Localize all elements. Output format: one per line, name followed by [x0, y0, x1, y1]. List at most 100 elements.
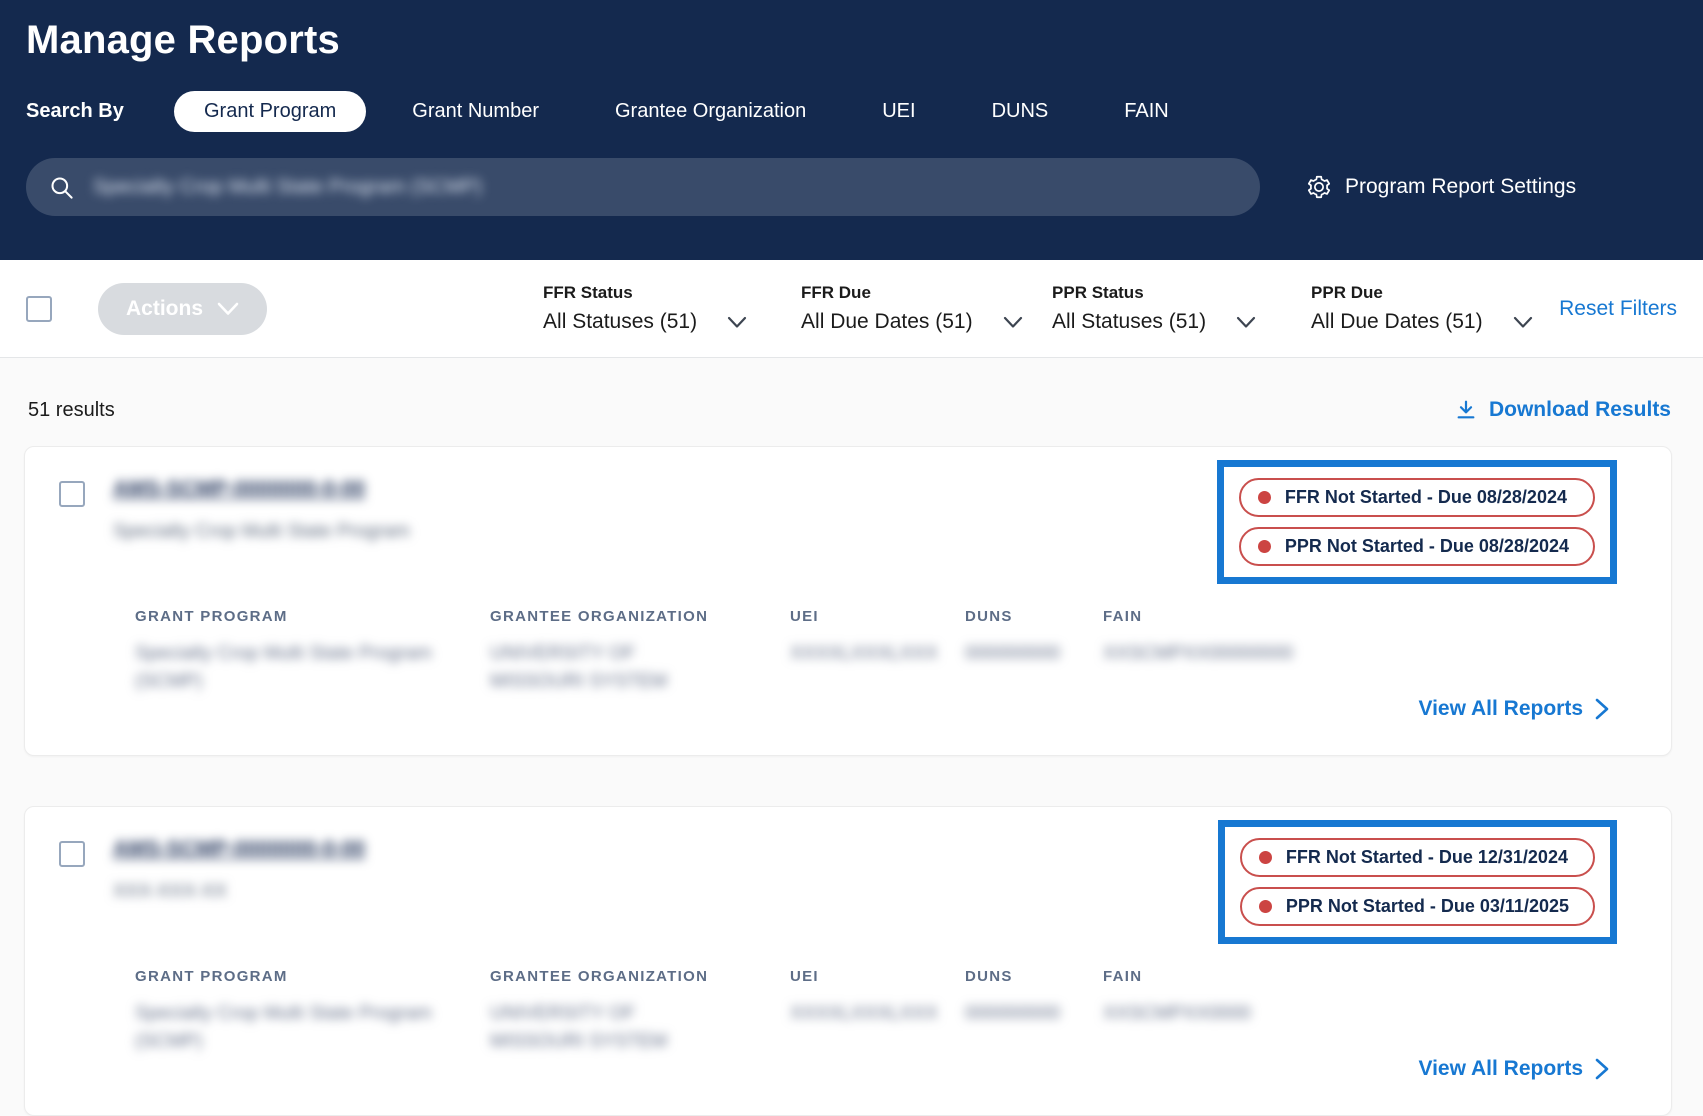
detail-value-redacted: XXXXLXXXLXXX	[790, 1000, 965, 1028]
grant-program-subtitle: XXX-XXX-XX	[113, 881, 365, 903]
detail-header: UEI	[790, 968, 965, 985]
ffr-status-badge: FFR Not Started - Due 12/31/2024	[1240, 838, 1595, 877]
chevron-down-icon	[1003, 316, 1023, 329]
filter-ffr-due-label: FFR Due	[801, 283, 1052, 303]
filter-ppr-due-dropdown[interactable]: All Due Dates (51)	[1311, 310, 1551, 334]
card-details-grid: GRANT PROGRAM Specialty Crop Multi State…	[135, 968, 1637, 1055]
detail-header: FAIN	[1103, 608, 1637, 625]
program-report-settings-button[interactable]: Program Report Settings	[1306, 174, 1576, 200]
program-report-settings-label: Program Report Settings	[1345, 175, 1576, 199]
tab-duns[interactable]: DUNS	[954, 91, 1087, 132]
download-icon	[1455, 399, 1477, 421]
detail-value-redacted: Specialty Crop Multi State Program (SCMP…	[135, 1000, 435, 1055]
filter-ppr-status-label: PPR Status	[1052, 283, 1311, 303]
filter-ffr-status-value: All Statuses (51)	[543, 310, 697, 334]
filter-dropdowns: FFR Status All Statuses (51) FFR Due All…	[543, 283, 1551, 334]
filter-ppr-due: PPR Due All Due Dates (51)	[1311, 283, 1551, 334]
report-card: AMS-SCMP-0000000-0-00 XXX-XXX-XX FFR Not…	[24, 806, 1672, 1116]
detail-value-redacted: 000000000	[965, 1000, 1103, 1028]
card-details-grid: GRANT PROGRAM Specialty Crop Multi State…	[135, 608, 1637, 695]
chevron-down-icon	[727, 316, 747, 329]
row-checkbox[interactable]	[59, 841, 85, 867]
filter-ffr-status-dropdown[interactable]: All Statuses (51)	[543, 310, 801, 334]
chevron-down-icon	[1513, 316, 1533, 329]
grant-number-link[interactable]: AMS-SCMP-0000000-0-00	[113, 837, 365, 861]
tab-fain[interactable]: FAIN	[1086, 91, 1206, 132]
page-title: Manage Reports	[26, 18, 1677, 63]
detail-value-redacted: Specialty Crop Multi State Program (SCMP…	[135, 640, 435, 695]
filter-ffr-due-value: All Due Dates (51)	[801, 310, 973, 334]
reset-filters-link[interactable]: Reset Filters	[1559, 297, 1677, 321]
ffr-status-badge-text: FFR Not Started - Due 08/28/2024	[1285, 487, 1567, 508]
search-row: Specialty Crop Multi State Program (SCMP…	[26, 158, 1677, 216]
detail-duns: DUNS 000000000	[965, 608, 1103, 695]
badge-highlight-box: FFR Not Started - Due 08/28/2024 PPR Not…	[1217, 460, 1617, 584]
detail-header: FAIN	[1103, 968, 1637, 985]
filter-ppr-status: PPR Status All Statuses (51)	[1052, 283, 1311, 334]
search-by-row: Search By Grant Program Grant Number Gra…	[26, 91, 1677, 132]
search-by-tabs: Grant Program Grant Number Grantee Organ…	[174, 91, 1207, 132]
tab-grantee-organization[interactable]: Grantee Organization	[577, 91, 844, 132]
card-titles: AMS-SCMP-0000000-0-00 XXX-XXX-XX	[113, 837, 365, 903]
detail-grantee-organization: GRANTEE ORGANIZATION UNIVERSITY OF MISSO…	[490, 608, 790, 695]
detail-value-redacted: XXSCMPXX00000000	[1103, 640, 1637, 668]
badge-highlight-box: FFR Not Started - Due 12/31/2024 PPR Not…	[1218, 820, 1617, 944]
detail-grant-program: GRANT PROGRAM Specialty Crop Multi State…	[135, 608, 490, 695]
detail-grantee-organization: GRANTEE ORGANIZATION UNIVERSITY OF MISSO…	[490, 968, 790, 1055]
ppr-status-badge-text: PPR Not Started - Due 08/28/2024	[1285, 536, 1569, 557]
chevron-right-icon	[1595, 698, 1609, 720]
tab-uei[interactable]: UEI	[844, 91, 953, 132]
filter-ppr-due-label: PPR Due	[1311, 283, 1551, 303]
detail-header: GRANTEE ORGANIZATION	[490, 608, 790, 625]
view-all-row: View All Reports	[59, 1057, 1637, 1081]
detail-value-redacted: XXSCMPXX0000	[1103, 1000, 1637, 1028]
detail-header: GRANTEE ORGANIZATION	[490, 968, 790, 985]
view-all-reports-link[interactable]: View All Reports	[1418, 1057, 1609, 1081]
red-dot-icon	[1259, 900, 1272, 913]
ffr-status-badge-text: FFR Not Started - Due 12/31/2024	[1286, 847, 1568, 868]
search-value-redacted: Specialty Crop Multi State Program (SCMP…	[93, 176, 482, 199]
download-results-link[interactable]: Download Results	[1455, 398, 1671, 422]
red-dot-icon	[1259, 851, 1272, 864]
detail-fain: FAIN XXSCMPXX0000	[1103, 968, 1637, 1055]
tab-grant-program[interactable]: Grant Program	[174, 91, 366, 132]
view-all-reports-label: View All Reports	[1418, 697, 1583, 721]
filter-ppr-status-dropdown[interactable]: All Statuses (51)	[1052, 310, 1311, 334]
gear-icon	[1306, 174, 1332, 200]
detail-value-redacted: XXXXLXXXLXXX	[790, 640, 965, 668]
detail-header: UEI	[790, 608, 965, 625]
ppr-status-badge-text: PPR Not Started - Due 03/11/2025	[1286, 896, 1569, 917]
detail-fain: FAIN XXSCMPXX00000000	[1103, 608, 1637, 695]
results-count: 51 results	[28, 399, 115, 422]
grant-number-link[interactable]: AMS-SCMP-0000000-0-00	[113, 477, 365, 501]
filter-ffr-status: FFR Status All Statuses (51)	[543, 283, 801, 334]
search-by-label: Search By	[26, 100, 174, 123]
actions-button[interactable]: Actions	[98, 283, 267, 335]
red-dot-icon	[1258, 540, 1271, 553]
detail-uei: UEI XXXXLXXXLXXX	[790, 608, 965, 695]
detail-header: DUNS	[965, 968, 1103, 985]
row-checkbox[interactable]	[59, 481, 85, 507]
view-all-reports-label: View All Reports	[1418, 1057, 1583, 1081]
detail-value-redacted: UNIVERSITY OF MISSOURI SYSTEM	[490, 1000, 720, 1055]
page-header: Manage Reports Search By Grant Program G…	[0, 0, 1703, 260]
ffr-status-badge: FFR Not Started - Due 08/28/2024	[1239, 478, 1595, 517]
filter-ffr-due: FFR Due All Due Dates (51)	[801, 283, 1052, 334]
chevron-down-icon	[217, 302, 239, 316]
card-titles: AMS-SCMP-0000000-0-00 Specialty Crop Mul…	[113, 477, 410, 543]
chevron-right-icon	[1595, 1058, 1609, 1080]
filter-ffr-due-dropdown[interactable]: All Due Dates (51)	[801, 310, 1052, 334]
filter-bar: Actions FFR Status All Statuses (51) FFR…	[0, 260, 1703, 358]
select-all-checkbox[interactable]	[26, 296, 52, 322]
detail-duns: DUNS 000000000	[965, 968, 1103, 1055]
search-input[interactable]: Specialty Crop Multi State Program (SCMP…	[26, 158, 1260, 216]
filter-ppr-due-value: All Due Dates (51)	[1311, 310, 1483, 334]
view-all-reports-link[interactable]: View All Reports	[1418, 697, 1609, 721]
filter-ppr-status-value: All Statuses (51)	[1052, 310, 1206, 334]
detail-value-redacted: UNIVERSITY OF MISSOURI SYSTEM	[490, 640, 720, 695]
tab-grant-number[interactable]: Grant Number	[374, 91, 577, 132]
view-all-row: View All Reports	[59, 697, 1637, 721]
filter-ffr-status-label: FFR Status	[543, 283, 801, 303]
card-top-row: AMS-SCMP-0000000-0-00 Specialty Crop Mul…	[59, 477, 1637, 584]
actions-button-label: Actions	[126, 297, 203, 321]
